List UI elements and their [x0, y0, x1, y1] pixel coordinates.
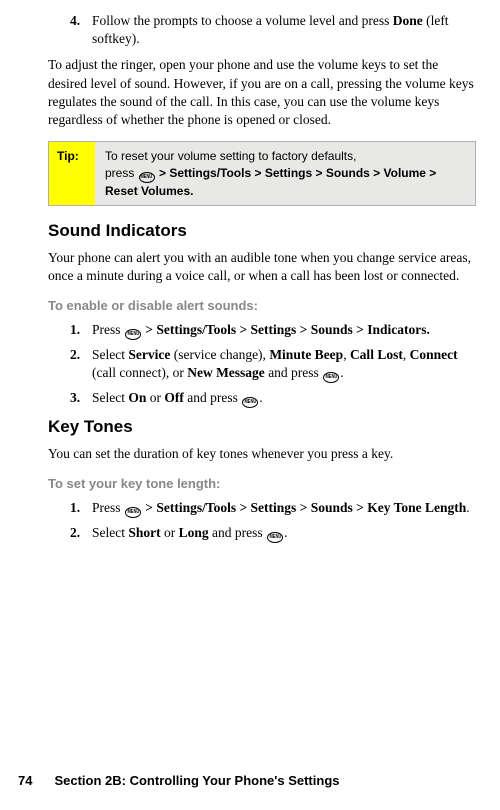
step-text: Press > Settings/Tools > Settings > Soun…	[92, 499, 476, 518]
heading-sound-indicators: Sound Indicators	[48, 220, 476, 243]
si-step-1: 1. Press > Settings/Tools > Settings > S…	[70, 321, 476, 340]
key-tones-steps: 1. Press > Settings/Tools > Settings > S…	[48, 499, 476, 543]
step-text: Follow the prompts to choose a volume le…	[92, 12, 476, 48]
ringer-paragraph: To adjust the ringer, open your phone an…	[48, 56, 476, 129]
step-number: 2.	[70, 524, 92, 543]
si-step-3: 3. Select On or Off and press .	[70, 389, 476, 408]
tip-box: Tip: To reset your volume setting to fac…	[48, 141, 476, 205]
page-body: 4. Follow the prompts to choose a volume…	[0, 0, 500, 543]
menu-ok-icon	[242, 397, 258, 408]
menu-ok-icon	[323, 372, 339, 383]
menu-ok-icon	[139, 172, 155, 183]
step-number: 1.	[70, 321, 92, 340]
page-footer: 74 Section 2B: Controlling Your Phone's …	[18, 773, 340, 788]
section-title: Section 2B: Controlling Your Phone's Set…	[54, 773, 339, 788]
si-step-2: 2. Select Service (service change), Minu…	[70, 346, 476, 383]
step-4: 4. Follow the prompts to choose a volume…	[70, 12, 476, 48]
step-text: Press > Settings/Tools > Settings > Soun…	[92, 321, 476, 340]
menu-ok-icon	[267, 532, 283, 543]
kt-step-1: 1. Press > Settings/Tools > Settings > S…	[70, 499, 476, 518]
page-number: 74	[18, 773, 32, 788]
tip-content: To reset your volume setting to factory …	[95, 142, 475, 204]
kt-step-2: 2. Select Short or Long and press .	[70, 524, 476, 543]
lead-enable-alerts: To enable or disable alert sounds:	[48, 297, 476, 315]
step-number: 4.	[70, 12, 92, 48]
heading-key-tones: Key Tones	[48, 416, 476, 439]
menu-ok-icon	[125, 329, 141, 340]
key-tones-intro: You can set the duration of key tones wh…	[48, 445, 476, 463]
step-text: Select On or Off and press .	[92, 389, 476, 408]
sound-indicators-intro: Your phone can alert you with an audible…	[48, 249, 476, 285]
step-number: 2.	[70, 346, 92, 383]
sound-indicators-steps: 1. Press > Settings/Tools > Settings > S…	[48, 321, 476, 408]
volume-step-list: 4. Follow the prompts to choose a volume…	[48, 12, 476, 48]
tip-label: Tip:	[49, 142, 95, 204]
step-number: 1.	[70, 499, 92, 518]
step-text: Select Short or Long and press .	[92, 524, 476, 543]
step-text: Select Service (service change), Minute …	[92, 346, 476, 383]
menu-ok-icon	[125, 507, 141, 518]
step-number: 3.	[70, 389, 92, 408]
lead-key-tone-length: To set your key tone length:	[48, 475, 476, 493]
